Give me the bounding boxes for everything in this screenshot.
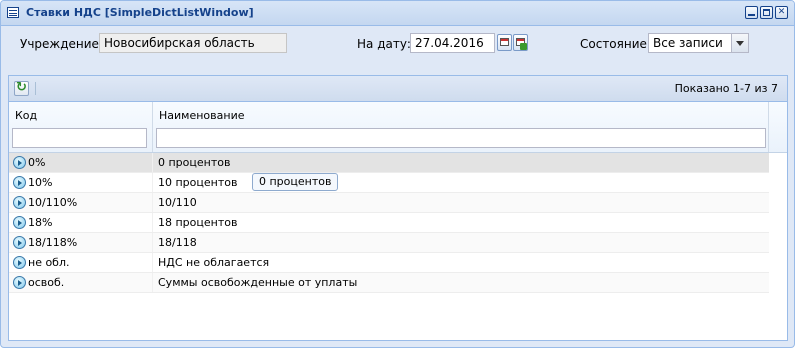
- institution-field[interactable]: Новосибирская область: [99, 33, 287, 53]
- code-cell: 0%: [13, 153, 153, 172]
- column-header-label: Наименование: [159, 109, 245, 122]
- code-cell: 10%: [13, 173, 153, 192]
- close-icon[interactable]: ✕: [775, 6, 788, 19]
- name-cell: Суммы освобожденные от уплаты: [158, 276, 358, 289]
- institution-label: Учреждение:: [20, 37, 103, 51]
- date-field[interactable]: 27.04.2016: [410, 33, 495, 53]
- code-cell: не обл.: [13, 253, 153, 272]
- table-row[interactable]: 10/110% 10/110: [9, 193, 769, 213]
- calendar-icon: [500, 38, 509, 46]
- minimize-icon[interactable]: [745, 6, 758, 19]
- name-cell: 10 процентов: [158, 176, 238, 189]
- date-label: На дату:: [357, 37, 411, 51]
- cell-tooltip: 0 процентов: [252, 173, 339, 191]
- table-row[interactable]: 10% 10 процентов: [9, 173, 769, 193]
- chevron-down-icon[interactable]: [732, 33, 749, 53]
- column-header-name[interactable]: Наименование: [153, 102, 769, 152]
- table-row[interactable]: 0% 0 процентов: [9, 153, 769, 173]
- calendar-picker-button[interactable]: [497, 34, 512, 51]
- table-row[interactable]: не обл. НДС не облагается: [9, 253, 769, 273]
- code-cell: 10/110%: [13, 193, 153, 212]
- code-cell: 18%: [13, 213, 153, 232]
- arrow-icon: [520, 43, 527, 50]
- grid-window-icon: [7, 7, 19, 18]
- paging-info: Показано 1-7 из 7: [674, 82, 778, 95]
- maximize-icon[interactable]: [760, 6, 773, 19]
- record-icon: [13, 255, 26, 269]
- grid-header: Код Наименование: [9, 102, 787, 153]
- toolbar-separator: [35, 82, 36, 95]
- name-filter-input[interactable]: [156, 128, 766, 148]
- record-icon: [13, 195, 26, 209]
- table-row[interactable]: 18/118% 18/118: [9, 233, 769, 253]
- refresh-icon[interactable]: [14, 80, 29, 96]
- code-cell: освоб.: [13, 273, 153, 292]
- column-header-label: Код: [15, 109, 38, 122]
- code-filter-input[interactable]: [12, 128, 147, 148]
- state-select[interactable]: Все записи: [648, 33, 732, 53]
- grid-toolbar: Показано 1-7 из 7: [9, 76, 787, 102]
- grid-panel: Показано 1-7 из 7 Код Наименование 0% 0 …: [8, 75, 788, 341]
- title-bar[interactable]: Ставки НДС [SimpleDictListWindow] ✕: [1, 1, 794, 26]
- name-cell: 18 процентов: [158, 216, 238, 229]
- window-title: Ставки НДС [SimpleDictListWindow]: [26, 6, 254, 19]
- today-date-button[interactable]: [513, 34, 528, 51]
- table-row[interactable]: освоб. Суммы освобожденные от уплаты: [9, 273, 769, 293]
- code-cell: 18/118%: [13, 233, 153, 252]
- state-label: Состояние:: [580, 37, 651, 51]
- table-row[interactable]: 18% 18 процентов: [9, 213, 769, 233]
- name-cell: 0 процентов: [158, 156, 231, 169]
- window: Ставки НДС [SimpleDictListWindow] ✕ Учре…: [0, 0, 795, 348]
- record-icon: [13, 215, 26, 229]
- record-icon: [13, 275, 26, 289]
- record-icon: [13, 175, 26, 189]
- column-header-code[interactable]: Код: [9, 102, 153, 152]
- record-icon: [13, 235, 26, 249]
- name-cell: 18/118: [158, 236, 197, 249]
- record-icon: [13, 155, 26, 169]
- name-cell: НДС не облагается: [158, 256, 270, 269]
- name-cell: 10/110: [158, 196, 197, 209]
